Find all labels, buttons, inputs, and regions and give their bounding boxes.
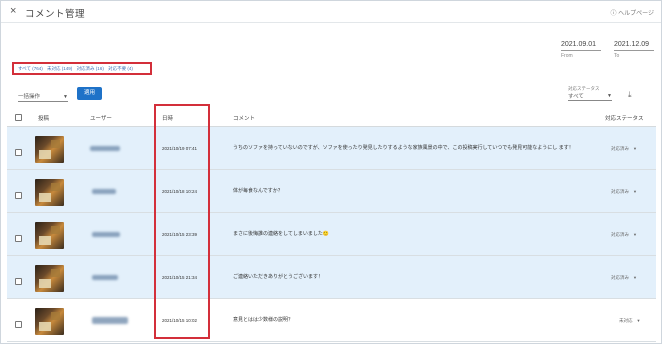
table-header: 投稿 ユーザー 日時 コメント 対応ステータス	[7, 108, 656, 127]
header-bar: × コメント管理 ⓘ ヘルプページ	[1, 1, 661, 23]
table-row[interactable]: 2021/10/18 10:24 体が毎食なんですか？ 対応済み ▼	[7, 170, 656, 213]
row-status-select[interactable]: 未対応 ▼	[619, 318, 640, 324]
help-link[interactable]: ⓘ ヘルプページ	[610, 8, 654, 17]
row-comment: 体が毎食なんですか？	[233, 188, 283, 194]
row-status-value: 対応済み	[611, 275, 629, 280]
row-status-select[interactable]: 対応済み ▼	[611, 146, 637, 152]
row-checkbox[interactable]	[15, 192, 22, 199]
chevron-down-icon: ▼	[633, 146, 637, 151]
close-icon[interactable]: ×	[10, 5, 16, 17]
date-from-label: From	[561, 53, 573, 59]
row-checkbox[interactable]	[15, 235, 22, 242]
page-title: コメント管理	[25, 9, 86, 20]
row-status-value: 対応済み	[611, 232, 629, 237]
date-column-highlight	[154, 104, 210, 339]
row-status-select[interactable]: 対応済み ▼	[611, 275, 637, 281]
col-header-user: ユーザー	[90, 116, 112, 122]
user-name-blurred	[90, 146, 120, 151]
status-filter-tabs: すべて (764) 未対応 (149) 対応済み (16) 対応不要 (4)	[12, 62, 152, 75]
post-thumbnail[interactable]	[35, 136, 64, 163]
chevron-down-icon: ▼	[633, 189, 637, 194]
status-filter-not-needed[interactable]: 対応不要 (4)	[108, 66, 133, 71]
user-name-blurred	[92, 317, 128, 324]
bulk-action-label: 一括操作	[18, 94, 41, 100]
status-filter-all[interactable]: すべて (764)	[18, 66, 43, 71]
col-header-post: 投稿	[38, 116, 50, 122]
chevron-down-icon: ▼	[633, 275, 637, 280]
chevron-down-icon: ▼	[607, 93, 612, 99]
download-icon[interactable]: ⤓	[628, 90, 632, 100]
row-comment: 意見とはは少数様の説明？	[233, 317, 294, 323]
date-to-underline	[614, 50, 654, 51]
post-thumbnail[interactable]	[35, 179, 64, 206]
row-comment: ご連絡いただきありがとうございます！	[233, 274, 324, 280]
post-thumbnail[interactable]	[35, 222, 64, 249]
chevron-down-icon: ▼	[633, 232, 637, 237]
response-status-filter-value: すべて	[568, 92, 612, 101]
user-name-blurred	[92, 189, 116, 194]
row-comment: まさに後悔誰の連絡をしてしまいました🙂	[233, 231, 330, 237]
table-row[interactable]: 2021/10/15 21:34 ご連絡いただきありがとうございます！ 対応済み…	[7, 256, 656, 299]
status-filter-handled[interactable]: 対応済み (16)	[77, 66, 104, 71]
date-to-label: To	[614, 53, 620, 59]
bulk-action-select[interactable]: 一括操作 ▼	[18, 92, 68, 102]
row-checkbox[interactable]	[15, 278, 22, 285]
row-checkbox[interactable]	[15, 149, 22, 156]
col-header-comment: コメント	[233, 116, 256, 122]
date-from[interactable]: 2021.09.01 From	[561, 41, 601, 59]
date-to-value: 2021.12.09	[614, 41, 650, 48]
row-checkbox[interactable]	[15, 321, 22, 328]
user-name-blurred	[92, 275, 118, 280]
select-all-checkbox[interactable]	[15, 114, 22, 121]
status-filter-unhandled[interactable]: 未対応 (149)	[47, 66, 72, 71]
response-status-filter[interactable]: 対応ステータス すべて ▼	[568, 86, 612, 101]
row-status-value: 対応済み	[611, 189, 629, 194]
date-from-underline	[561, 50, 601, 51]
comment-management-page: × コメント管理 ⓘ ヘルプページ 2021.09.01 From 2021.1…	[0, 0, 662, 344]
row-comment: うちのソファを持っていないのですが、ソファを使ったり発見したりするような家族風景…	[233, 145, 574, 151]
col-header-status: 対応ステータス	[605, 116, 644, 122]
chevron-down-icon: ▼	[63, 94, 68, 100]
row-status-value: 未対応	[619, 318, 633, 323]
post-thumbnail[interactable]	[35, 265, 64, 292]
date-from-value: 2021.09.01	[561, 41, 597, 48]
table-row[interactable]: 2021/10/19 07:41 うちのソファを持っていないのですが、ソファを使…	[7, 127, 656, 170]
row-status-value: 対応済み	[611, 146, 629, 151]
chevron-down-icon: ▼	[636, 318, 641, 323]
date-to[interactable]: 2021.12.09 To	[614, 41, 654, 59]
table-row[interactable]: 2021/10/15 10:02 意見とはは少数様の説明？ 未対応 ▼	[7, 299, 656, 342]
user-name-blurred	[92, 232, 120, 237]
row-status-select[interactable]: 対応済み ▼	[611, 189, 637, 195]
apply-button[interactable]: 適用	[77, 87, 102, 100]
table-row[interactable]: 2021/10/15 23:39 まさに後悔誰の連絡をしてしまいました🙂 対応済…	[7, 213, 656, 256]
row-status-select[interactable]: 対応済み ▼	[611, 232, 637, 238]
post-thumbnail[interactable]	[35, 308, 64, 335]
